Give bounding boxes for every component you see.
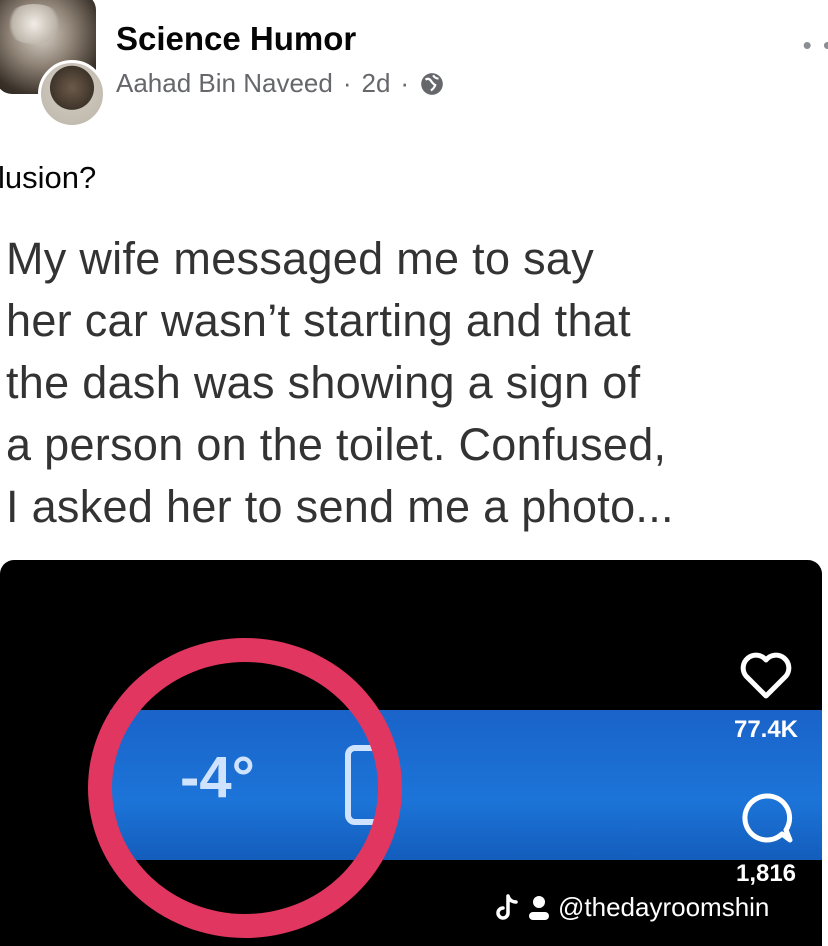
author-avatar[interactable] <box>38 60 106 128</box>
more-options-icon[interactable]: • • <box>803 30 828 61</box>
highlight-circle <box>88 638 402 938</box>
heart-icon[interactable] <box>738 650 794 700</box>
post-meta: Aahad Bin Naveed · 2d · <box>116 68 445 99</box>
dashboard-photo[interactable]: -4° <box>0 560 822 946</box>
like-count: 77.4K <box>733 716 799 743</box>
comment-count: 1,816 <box>735 860 797 887</box>
creator-handle: @thedayroomshin <box>558 892 770 922</box>
person-icon <box>529 895 549 920</box>
group-name[interactable]: Science Humor <box>116 20 356 58</box>
globe-icon <box>421 72 443 95</box>
post-caption: lusion? <box>0 160 97 195</box>
tiktok-icon <box>496 893 518 920</box>
comment-icon[interactable] <box>738 790 794 846</box>
post-time[interactable]: 2d <box>362 68 391 99</box>
meta-separator-2: · <box>400 68 410 98</box>
tiktok-watermark: @thedayroomshin <box>494 892 769 923</box>
meta-separator: · <box>342 68 352 98</box>
meme-text: My wife messaged me to say her car wasn’… <box>6 233 674 532</box>
author-name[interactable]: Aahad Bin Naveed <box>116 68 333 99</box>
